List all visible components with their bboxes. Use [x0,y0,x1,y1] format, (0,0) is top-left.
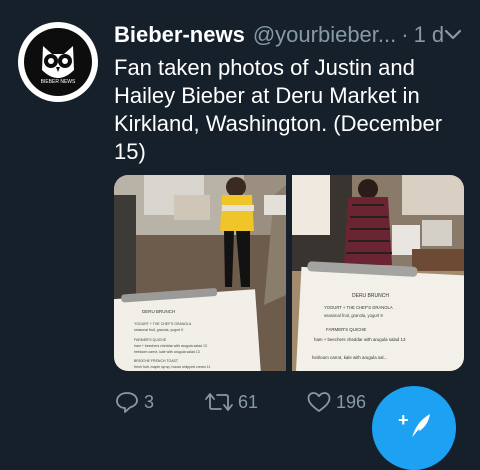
menu-1-line-2: seasonal fruit, granola, yogurt 9 [134,328,183,332]
avatar-brand-text: BIEBER NEWS [41,79,76,85]
menu-1-line-4: ham + beechers cheddar with arugula sala… [134,344,207,348]
menu-1-title: DERU BRUNCH [142,309,175,314]
menu-2-line-2: seasonal fruit, granola, yogurt 9 [324,313,383,318]
menu-1-line-7: fresh fruit, maple syrup, house whipped … [134,365,210,369]
menu-1-line-3: FARMER'S QUICHE [134,338,167,342]
owl-logo-icon: BIEBER NEWS [24,28,92,96]
menu-2-line-3: FARMER'S QUICHE [326,327,366,332]
header-separator: · [401,22,409,47]
like-button[interactable]: 196 [306,388,366,416]
compose-feather-icon: + [398,410,430,441]
author-handle[interactable]: @yourbieber... [253,22,396,48]
reply-button[interactable]: 3 [114,388,154,416]
like-count: 196 [336,391,367,412]
compose-plus: + [398,410,409,430]
menu-2-line-4: ham + beechers cheddar with arugula sala… [314,337,406,342]
timestamp[interactable]: 1 d [414,22,444,48]
menu-2-line-1: YOGURT + THE CHEF'S GRANOLA [324,305,393,310]
photo-2[interactable]: DERU BRUNCH YOGURT + THE CHEF'S GRANOLA … [292,175,464,371]
heart-icon [307,392,331,412]
photo-1[interactable]: DERU BRUNCH YOGURT + THE CHEF'S GRANOLA … [114,175,286,371]
menu-1-line-1: YOGURT + THE CHEF'S GRANOLA [134,322,192,326]
reply-icon [116,392,138,413]
tweet[interactable]: BIEBER NEWS Bieber-news @yourbieber... ·… [0,0,480,470]
compose-button[interactable]: + [372,386,456,470]
author-name[interactable]: Bieber-news [114,22,245,48]
menu-2-title: DERU BRUNCH [352,293,389,299]
menu-1-line-6: BRIOCHE FRENCH TOAST [134,359,179,363]
tweet-header: Bieber-news @yourbieber... · 1 d [114,20,444,50]
retweet-count: 61 [238,391,259,412]
menu-2-line-5: heirloom carrot, kale with arugula sal..… [312,355,387,360]
avatar[interactable]: BIEBER NEWS [18,22,98,102]
reply-count: 3 [144,391,155,412]
chevron-down-icon[interactable] [442,26,464,44]
menu-1-line-5: heirloom carrot, kale with arugula salad… [134,350,200,354]
media-grid: DERU BRUNCH YOGURT + THE CHEF'S GRANOLA … [114,175,464,371]
retweet-button[interactable]: 61 [204,388,258,416]
tweet-text: Fan taken photos of Justin and Hailey Bi… [114,55,443,164]
retweet-icon [205,393,233,411]
